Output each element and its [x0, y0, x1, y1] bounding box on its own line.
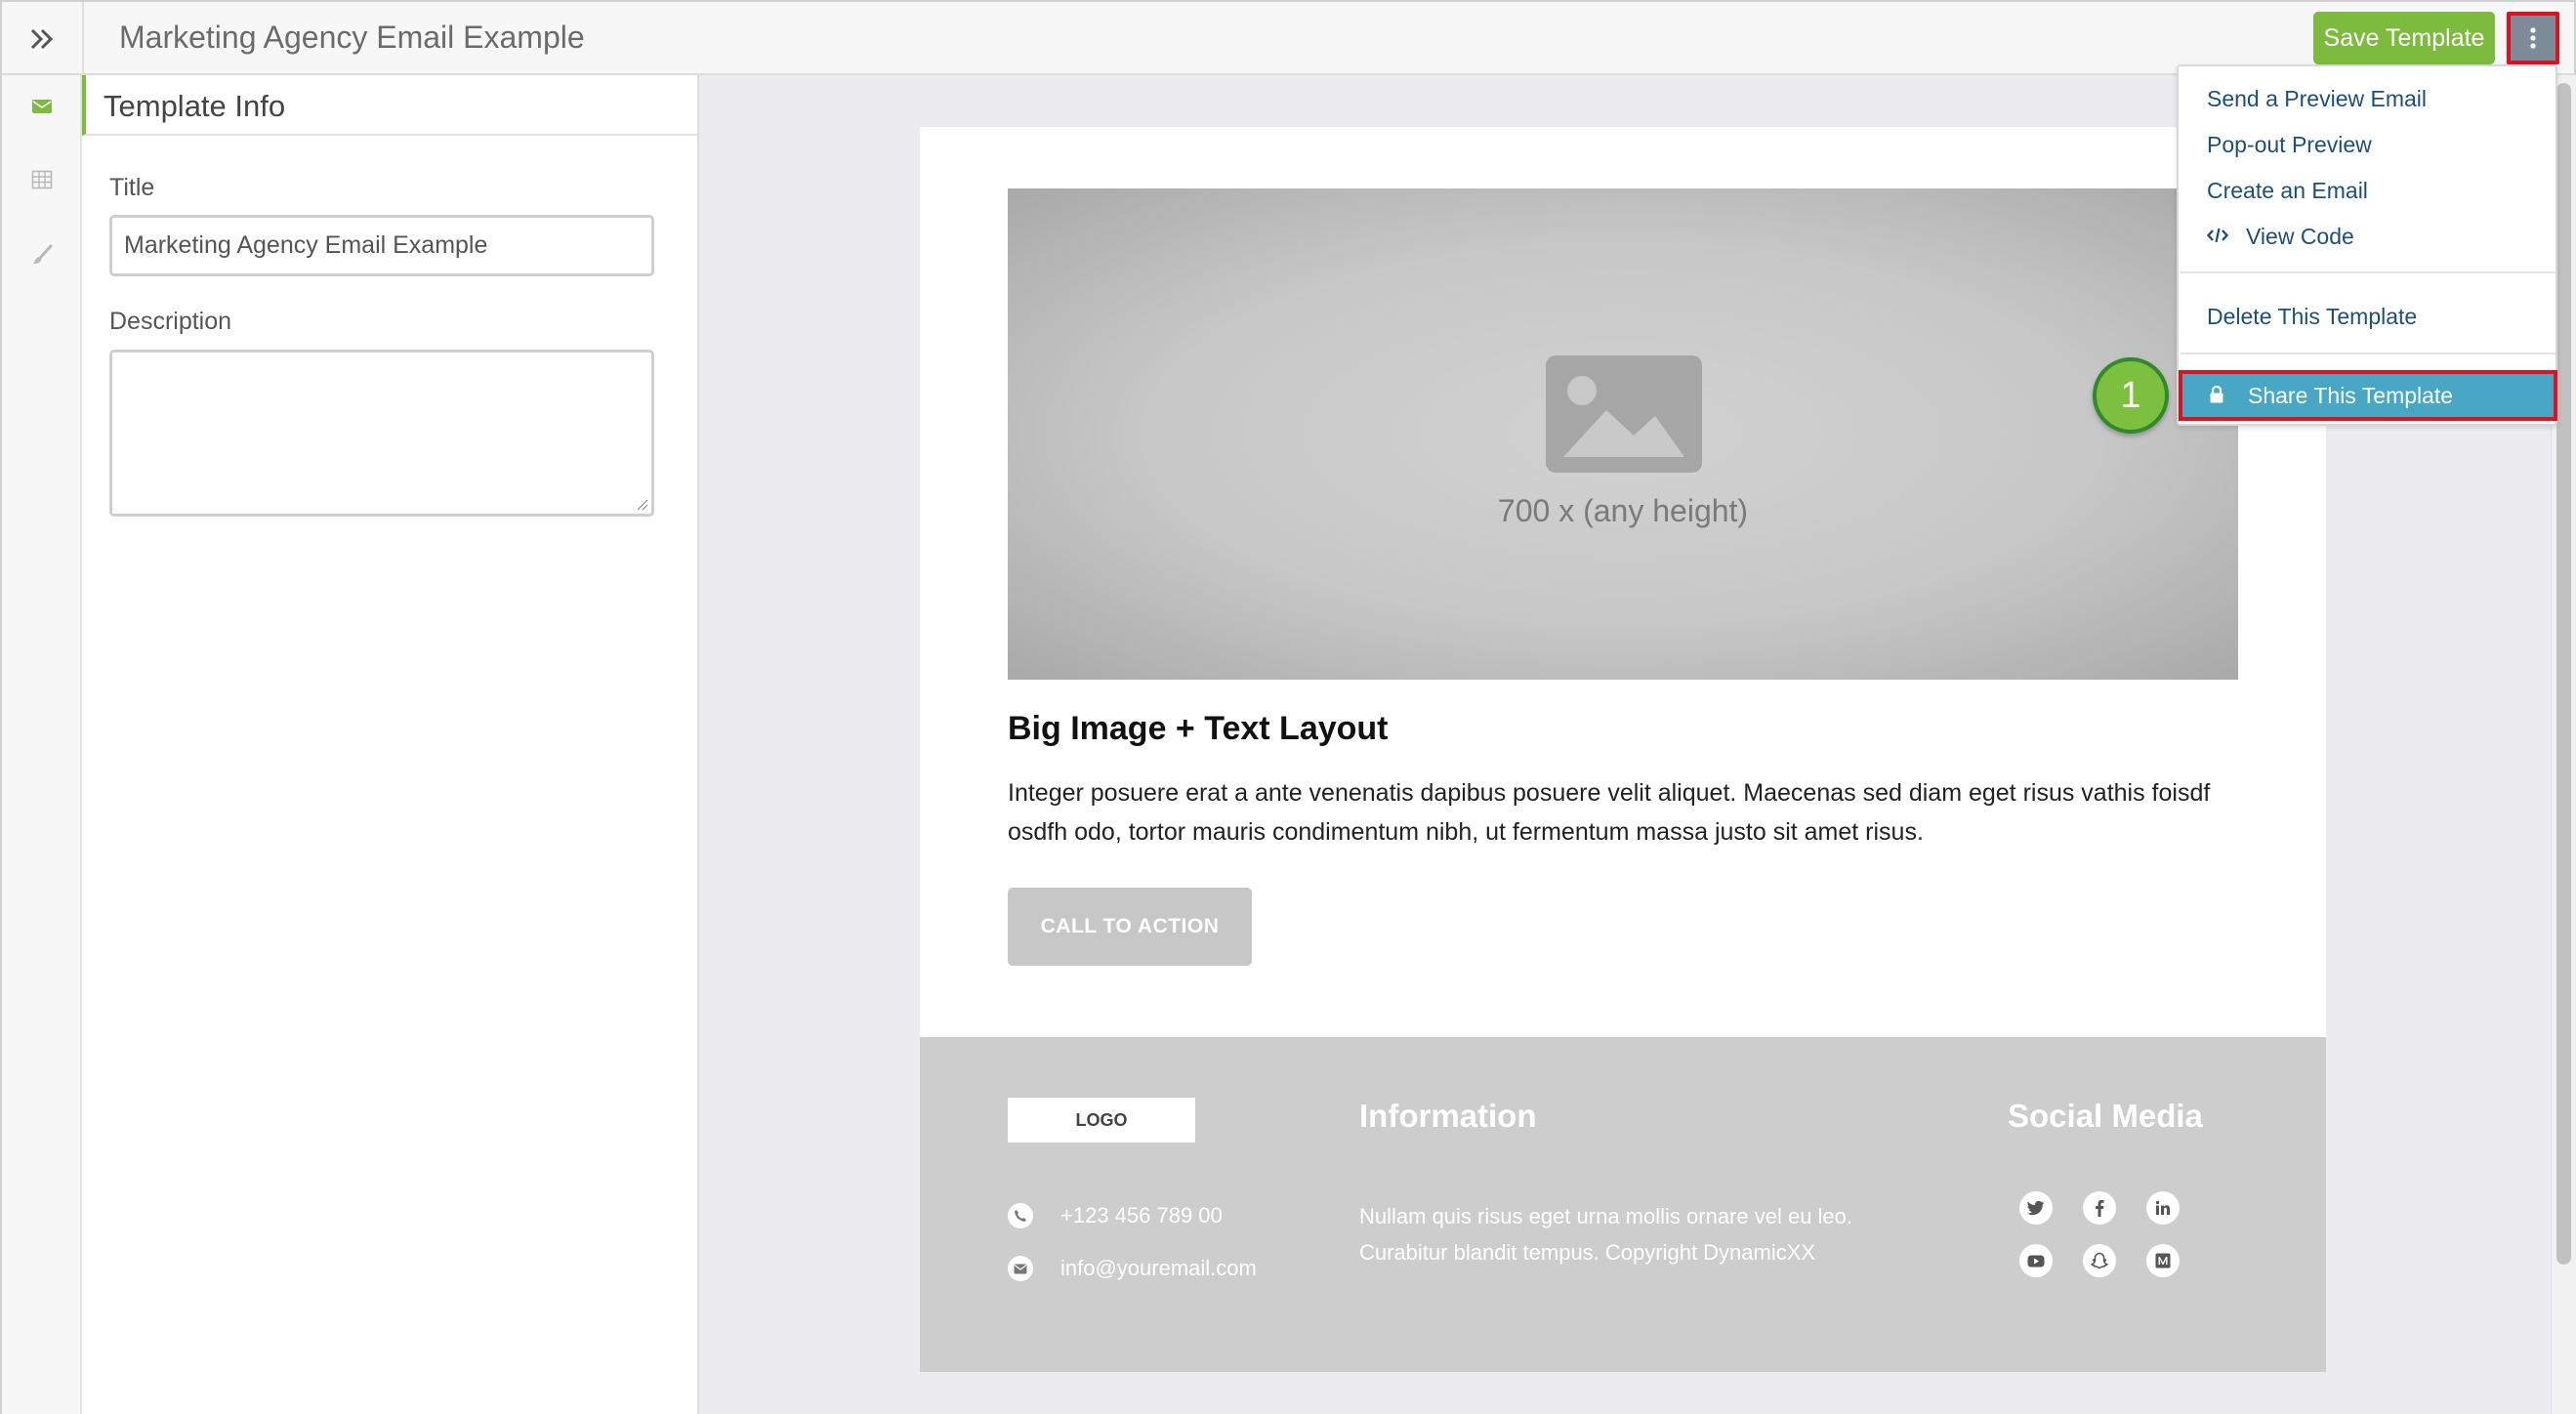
title-input[interactable] — [109, 215, 654, 276]
linkedin-icon[interactable] — [2146, 1191, 2180, 1225]
call-to-action-button[interactable]: CALL TO ACTION — [1008, 888, 1252, 966]
medium-icon[interactable] — [2146, 1244, 2180, 1277]
resize-grip-icon[interactable] — [635, 497, 648, 511]
envelope-icon — [32, 100, 52, 113]
mail-icon — [1008, 1256, 1033, 1281]
menu-item-create-email[interactable]: Create an Email — [2181, 169, 2555, 212]
email-footer: LOGO +123 456 789 00 info@youremail.com … — [920, 1037, 2326, 1372]
lock-icon — [2210, 385, 2223, 403]
menu-item-view-code[interactable]: View Code — [2181, 215, 2555, 258]
rail-item-styles[interactable] — [2, 224, 82, 286]
menu-item-send-preview-email[interactable]: Send a Preview Email — [2181, 77, 2555, 120]
menu-item-label: Share This Template — [2248, 382, 2454, 408]
footer-info-text: Nullam quis risus eget urna mollis ornar… — [1359, 1204, 1853, 1265]
footer-social-heading: Social Media — [2008, 1098, 2203, 1134]
youtube-icon[interactable] — [2019, 1244, 2053, 1277]
description-textarea[interactable] — [109, 350, 654, 517]
rail-item-template-info[interactable] — [2, 75, 82, 138]
chevron-double-right-icon — [30, 28, 54, 49]
image-size-caption: 700 x (any height) — [1497, 493, 1749, 528]
code-icon — [2207, 228, 2228, 243]
snapchat-icon[interactable] — [2083, 1244, 2116, 1277]
menu-item-delete-template[interactable]: Delete This Template — [2181, 295, 2555, 338]
description-label: Description — [109, 308, 232, 335]
title-label: Title — [109, 174, 155, 201]
menu-item-label: Pop-out Preview — [2207, 131, 2372, 157]
menu-divider — [2181, 353, 2555, 354]
twitter-icon[interactable] — [2019, 1191, 2053, 1225]
email-heading: Big Image + Text Layout — [1008, 710, 1389, 747]
email-body-text: Integer posuere erat a ante venenatis da… — [1008, 779, 2211, 846]
menu-divider — [2181, 271, 2555, 273]
rail-item-layout[interactable] — [2, 148, 82, 211]
template-options-menu: Send a Preview Email Pop-out Preview Cre… — [2177, 64, 2557, 426]
template-info-panel: Template Info Title Description — [82, 75, 699, 1414]
menu-item-label: Delete This Template — [2207, 303, 2418, 329]
expand-sidebar-button[interactable] — [2, 2, 84, 75]
footer-email: info@youremail.com — [1060, 1256, 1257, 1280]
panel-header: Template Info — [82, 75, 697, 136]
paintbrush-icon — [33, 244, 53, 264]
footer-info-heading: Information — [1359, 1098, 1537, 1134]
footer-logo: LOGO — [1008, 1098, 1195, 1143]
step-number-badge: 1 — [2093, 357, 2169, 434]
left-rail — [0, 75, 82, 1414]
panel-title: Template Info — [104, 89, 286, 123]
scrollbar-thumb[interactable] — [2556, 83, 2571, 1265]
vertical-ellipsis-icon — [2530, 27, 2536, 49]
hero-image-placeholder[interactable]: 700 x (any height) — [1008, 188, 2238, 680]
save-template-button[interactable]: Save Template — [2313, 12, 2495, 64]
footer-email-row: info@youremail.com — [1008, 1256, 1257, 1281]
menu-item-label: View Code — [2246, 223, 2354, 249]
more-options-button[interactable] — [2507, 12, 2559, 64]
table-grid-icon — [31, 170, 53, 189]
page-title: Marketing Agency Email Example — [119, 20, 585, 55]
menu-item-pop-out-preview[interactable]: Pop-out Preview — [2181, 123, 2555, 166]
menu-item-label: Send a Preview Email — [2207, 85, 2427, 111]
menu-item-label: Create an Email — [2207, 177, 2368, 203]
menu-item-share-template[interactable]: Share This Template — [2179, 370, 2557, 421]
email-canvas: 700 x (any height) Big Image + Text Layo… — [920, 127, 2326, 1372]
image-placeholder-icon — [1546, 355, 1702, 473]
footer-phone-row: +123 456 789 00 — [1008, 1203, 1223, 1228]
footer-phone: +123 456 789 00 — [1060, 1203, 1223, 1227]
phone-icon — [1008, 1203, 1033, 1228]
facebook-icon[interactable] — [2083, 1191, 2116, 1225]
